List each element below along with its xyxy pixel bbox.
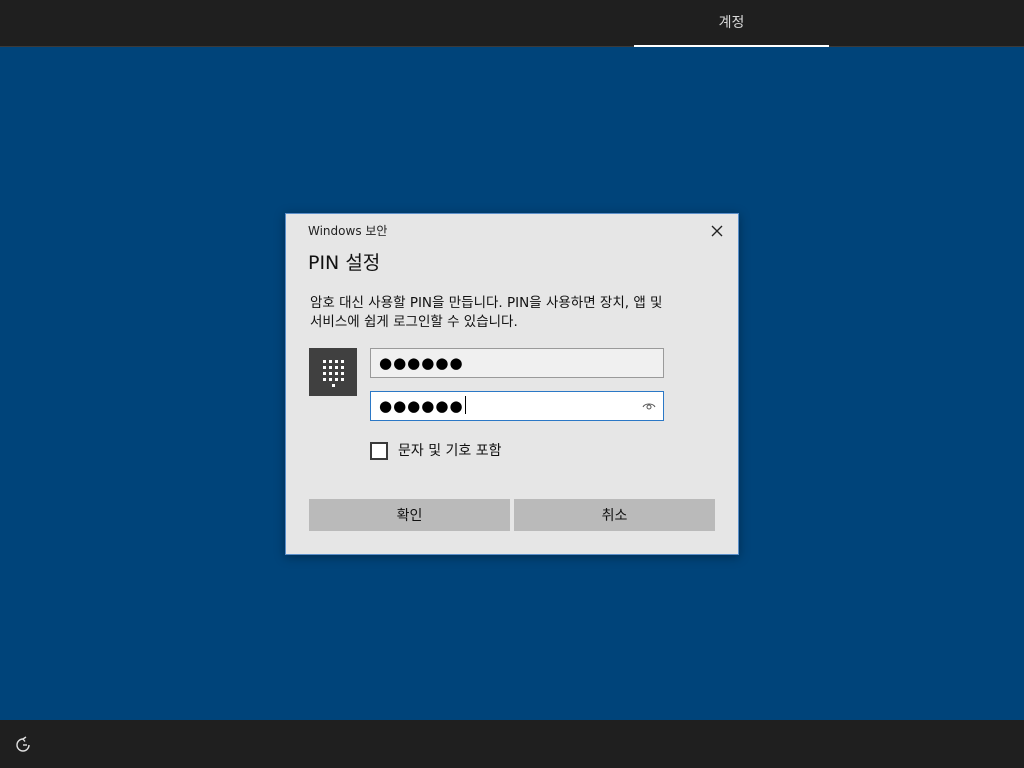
ease-of-access-button[interactable]	[12, 734, 34, 756]
text-caret	[464, 396, 466, 414]
include-letters-label: 문자 및 기호 포함	[398, 443, 502, 459]
dialog-title: PIN 설정	[308, 252, 381, 274]
bottom-bar	[0, 720, 1024, 768]
description-line-2: 서비스에 쉽게 로그인할 수 있습니다.	[310, 314, 518, 330]
keypad-icon	[323, 360, 344, 387]
dialog-description: 암호 대신 사용할 PIN을 만듭니다. PIN을 사용하면 장치, 앱 및 서…	[310, 294, 720, 332]
new-pin-value: ●●●●●●	[379, 354, 464, 372]
include-letters-checkbox[interactable]	[370, 442, 388, 460]
new-pin-field[interactable]: ●●●●●●	[370, 348, 664, 378]
close-button[interactable]	[706, 220, 728, 242]
pin-setup-dialog: Windows 보안 PIN 설정 암호 대신 사용할 PIN을 만듭니다. P…	[285, 213, 739, 555]
dialog-app-name: Windows 보안	[308, 224, 388, 238]
tab-account[interactable]: 계정	[634, 0, 829, 47]
eye-icon[interactable]	[642, 400, 656, 412]
ok-button[interactable]: 확인	[309, 499, 510, 531]
top-bar: 계정	[0, 0, 1024, 47]
ease-of-access-icon	[16, 736, 30, 752]
keypad-tile	[309, 348, 357, 396]
confirm-pin-field[interactable]: ●●●●●●	[370, 391, 664, 421]
confirm-pin-value: ●●●●●●	[379, 397, 464, 415]
description-line-1: 암호 대신 사용할 PIN을 만듭니다. PIN을 사용하면 장치, 앱 및	[310, 295, 663, 311]
cancel-button[interactable]: 취소	[514, 499, 715, 531]
close-icon	[711, 225, 723, 237]
